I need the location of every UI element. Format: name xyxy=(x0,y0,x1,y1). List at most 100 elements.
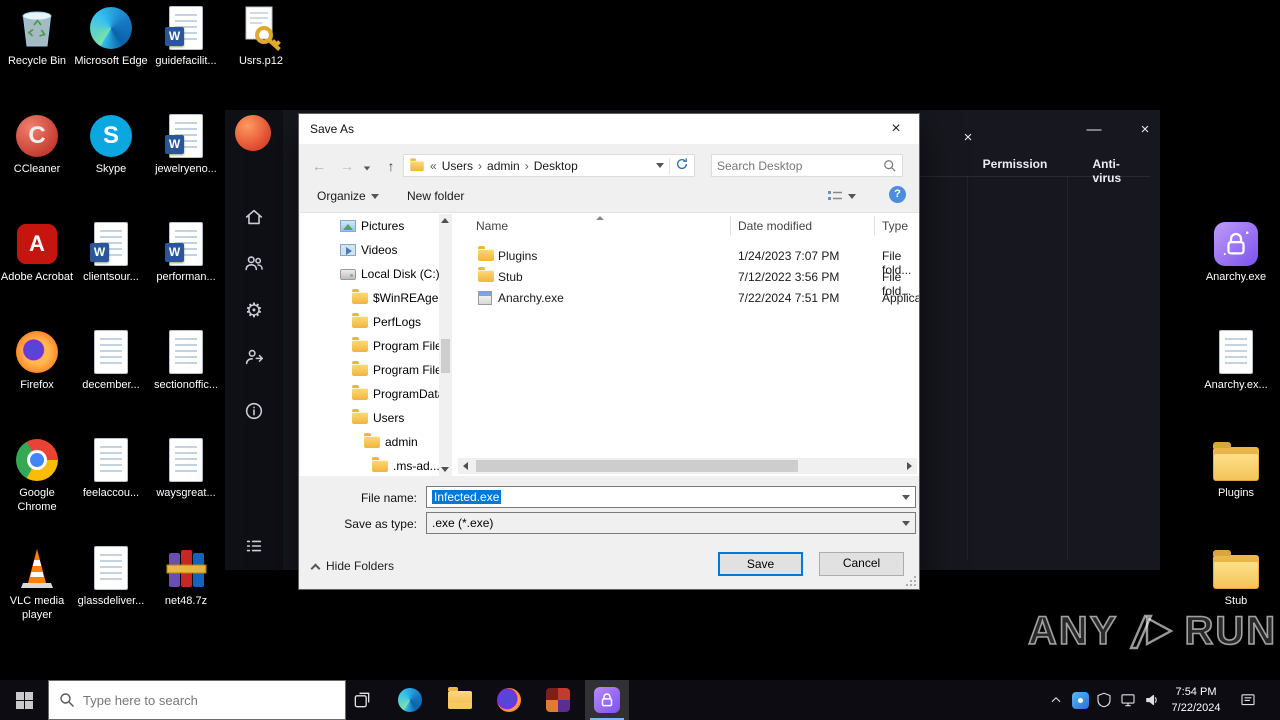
address-dropdown-icon[interactable] xyxy=(656,163,664,168)
breadcrumb-admin[interactable]: admin xyxy=(487,159,520,173)
scroll-left-icon[interactable] xyxy=(463,462,468,470)
tree-item-local-disk[interactable]: Local Disk (C:) xyxy=(300,262,439,286)
view-options-button[interactable] xyxy=(827,189,856,203)
tab-anti-virus[interactable]: Anti-virus xyxy=(1093,157,1138,185)
chevron-down-icon[interactable] xyxy=(897,487,915,507)
column-header-name[interactable]: Name xyxy=(476,219,508,233)
desktop-icon-net48-7z[interactable]: net48.7z xyxy=(149,544,223,609)
search-box[interactable] xyxy=(711,154,903,177)
back-button[interactable]: ← xyxy=(307,155,331,177)
desktop-icon-plugins[interactable]: Plugins xyxy=(1199,436,1273,501)
tray-shield-icon[interactable] xyxy=(1092,680,1116,720)
desktop-icon-guidefacilit[interactable]: guidefacilit... xyxy=(149,4,223,69)
chevron-down-icon[interactable] xyxy=(897,513,915,533)
info-icon[interactable] xyxy=(242,399,266,423)
taskbar-app-file-explorer[interactable] xyxy=(438,680,482,720)
desktop-icon-performan[interactable]: performan... xyxy=(149,220,223,285)
taskbar-app-firefox[interactable] xyxy=(487,680,531,720)
help-icon[interactable]: ? xyxy=(889,186,906,203)
refresh-icon[interactable] xyxy=(675,157,689,174)
tab-permission[interactable]: Permission xyxy=(983,157,1048,171)
desktop-icon-recycle-bin[interactable]: Recycle Bin xyxy=(0,4,74,69)
address-bar[interactable]: « Users › admin › Desktop xyxy=(403,154,695,177)
taskbar-clock[interactable]: 7:54 PM 7/22/2024 xyxy=(1160,685,1232,717)
save-type-select[interactable]: .exe (*.exe) xyxy=(426,512,916,534)
desktop-icon-feelaccou[interactable]: feelaccou... xyxy=(74,436,148,501)
desktop-icon-glassdeliver[interactable]: glassdeliver... xyxy=(74,544,148,609)
file-row-plugins[interactable]: Plugins 1/24/2023 7:07 PM File fold... xyxy=(456,246,919,277)
breadcrumb-desktop[interactable]: Desktop xyxy=(534,159,578,173)
desktop-icon-waysgreat[interactable]: waysgreat... xyxy=(149,436,223,501)
desktop-icon-clientsour[interactable]: clientsour... xyxy=(74,220,148,285)
desktop-icon-microsoft-edge[interactable]: Microsoft Edge xyxy=(74,4,148,69)
organize-button[interactable]: Organize xyxy=(317,189,379,203)
desktop-icon-december[interactable]: december... xyxy=(74,328,148,393)
close-icon[interactable]: × xyxy=(1132,120,1158,140)
start-button[interactable] xyxy=(0,680,48,720)
column-header-type[interactable]: Type xyxy=(882,219,908,233)
file-name-value[interactable]: Infected.exe xyxy=(432,490,502,504)
column-header-date-modified[interactable]: Date modified xyxy=(738,219,812,233)
tree-item-winreagent[interactable]: $WinREAgent xyxy=(300,286,439,310)
scrollbar-thumb[interactable] xyxy=(441,339,450,373)
desktop-icon-usrs-p12[interactable]: Usrs.p12 xyxy=(224,4,298,69)
horizontal-scrollbar[interactable] xyxy=(458,458,917,474)
scroll-down-icon[interactable] xyxy=(441,467,449,472)
home-icon[interactable] xyxy=(242,205,266,229)
taskbar-app-edge[interactable] xyxy=(388,680,432,720)
log-list-icon[interactable] xyxy=(242,534,266,558)
recent-locations-dropdown[interactable] xyxy=(359,155,375,177)
desktop-icon-anarchy-doc[interactable]: Anarchy.ex... xyxy=(1199,328,1273,393)
tree-scrollbar[interactable] xyxy=(439,214,452,476)
tree-item-program-files-x86[interactable]: Program Files xyxy=(300,358,439,382)
desktop-icon-ccleaner[interactable]: CCleaner xyxy=(0,112,74,177)
tree-item-ms-ad[interactable]: .ms-ad... xyxy=(300,454,439,476)
desktop-icon-skype[interactable]: Skype xyxy=(74,112,148,177)
tray-expand-button[interactable] xyxy=(1044,680,1068,720)
taskbar-search[interactable] xyxy=(48,680,346,720)
tree-item-videos[interactable]: Videos xyxy=(300,238,439,262)
tree-item-admin[interactable]: admin xyxy=(300,430,439,454)
taskbar-app-grid[interactable] xyxy=(536,680,580,720)
scroll-right-icon[interactable] xyxy=(907,462,912,470)
desktop-icon-google-chrome[interactable]: Google Chrome xyxy=(0,436,74,515)
scroll-up-icon[interactable] xyxy=(441,218,449,223)
close-icon[interactable]: × xyxy=(955,128,981,148)
desktop-icon-stub[interactable]: Stub xyxy=(1199,544,1273,609)
export-user-icon[interactable] xyxy=(242,345,266,369)
desktop-icon-sectionoffic[interactable]: sectionoffic... xyxy=(149,328,223,393)
file-row-stub[interactable]: Stub 7/12/2022 3:56 PM File fold... xyxy=(456,267,919,298)
desktop-icon-firefox[interactable]: Firefox xyxy=(0,328,74,393)
dialog-titlebar[interactable]: Save As × xyxy=(299,114,919,144)
up-button[interactable]: ↑ xyxy=(379,155,403,177)
tree-item-program-files[interactable]: Program Files xyxy=(300,334,439,358)
tree-item-users[interactable]: Users xyxy=(300,406,439,430)
breadcrumb-overflow[interactable]: « xyxy=(430,159,437,173)
taskbar-app-anarchy-active[interactable] xyxy=(585,680,629,720)
desktop-icon-adobe-acrobat[interactable]: Adobe Acrobat xyxy=(0,220,74,285)
taskbar-search-input[interactable] xyxy=(83,692,335,708)
file-row-anarchy-exe[interactable]: Anarchy.exe 7/22/2024 7:51 PM Applicat..… xyxy=(456,288,919,309)
save-button[interactable]: Save xyxy=(718,552,803,576)
hide-folders-button[interactable]: Hide Folders xyxy=(310,559,394,573)
resize-grip[interactable] xyxy=(905,575,917,587)
minimize-icon[interactable]: — xyxy=(1081,120,1107,140)
tray-anarchy-icon[interactable] xyxy=(1068,680,1092,720)
search-input[interactable] xyxy=(717,158,883,173)
gear-icon[interactable]: ⚙ xyxy=(242,299,266,323)
tree-item-programdata[interactable]: ProgramData xyxy=(300,382,439,406)
tray-network-icon[interactable] xyxy=(1116,680,1140,720)
forward-button[interactable]: → xyxy=(335,155,359,177)
new-folder-button[interactable]: New folder xyxy=(407,189,464,203)
tree-item-perflogs[interactable]: PerfLogs xyxy=(300,310,439,334)
scrollbar-thumb[interactable] xyxy=(476,460,798,472)
action-center-button[interactable] xyxy=(1236,680,1260,720)
breadcrumb-users[interactable]: Users xyxy=(442,159,473,173)
task-view-button[interactable] xyxy=(340,680,384,720)
file-name-input[interactable]: Infected.exe xyxy=(426,486,916,508)
desktop-icon-vlc[interactable]: VLC media player xyxy=(0,544,74,623)
cancel-button[interactable]: Cancel xyxy=(819,552,904,576)
users-icon[interactable] xyxy=(242,251,266,275)
desktop-icon-jewelryeno[interactable]: jewelryeno... xyxy=(149,112,223,177)
tree-item-pictures[interactable]: Pictures xyxy=(300,214,439,238)
